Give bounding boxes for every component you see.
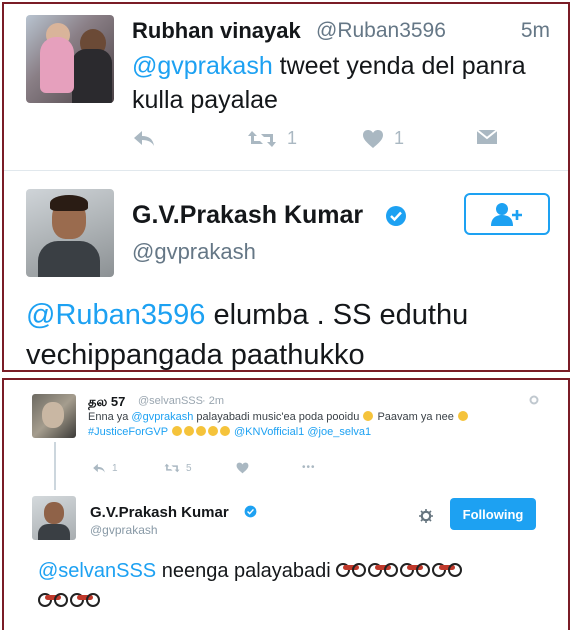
tweet-body: palayabadi music'ea poda pooidu [193, 411, 363, 423]
tweet-text: @gvprakash tweet yenda del panra kulla p… [132, 49, 552, 117]
add-user-icon [491, 203, 522, 226]
mention-link[interactable]: @KNVofficial1 [234, 426, 304, 438]
mention-link[interactable]: @selvanSSS [38, 560, 156, 582]
reply-tweet[interactable]: Rubhan vinayak @Ruban3596 5m @gvprakash … [4, 4, 568, 169]
emoji-icon [183, 426, 194, 436]
author-name[interactable]: G.V.Prakash Kumar [132, 201, 363, 230]
emoji-icon [207, 426, 218, 436]
author-handle[interactable]: @gvprakash [90, 523, 158, 537]
avatar[interactable] [32, 496, 76, 540]
retweet-button[interactable]: 5 [164, 462, 192, 474]
emoji-icon [219, 426, 230, 436]
follow-button[interactable] [464, 193, 550, 235]
motorcycle-emoji-icon [70, 593, 100, 607]
envelope-icon [476, 129, 498, 144]
motorcycle-emoji-icon [336, 563, 367, 577]
motorcycle-emoji-icon [368, 563, 399, 577]
more-button[interactable]: ••• [302, 462, 316, 473]
emoji-icon [171, 426, 182, 436]
tweet-body: neenga palayabadi [156, 560, 337, 582]
like-button[interactable] [236, 462, 249, 474]
retweet-icon [248, 130, 276, 147]
thread-line [54, 442, 56, 490]
heart-icon [236, 462, 249, 474]
reply-count: 1 [112, 462, 118, 474]
retweet-count: 5 [186, 462, 192, 474]
emoji-icon [195, 426, 206, 436]
avatar[interactable] [26, 189, 114, 277]
bottom-screenshot-panel: தல 57 @selvanSSS · 2m Enna ya @gvprakash… [2, 378, 570, 630]
mention-link[interactable]: @joe_selva1 [307, 426, 371, 438]
emoji-icon [457, 411, 468, 421]
author-handle[interactable]: @selvanSSS [138, 395, 203, 407]
heart-icon [363, 129, 383, 148]
mention-link[interactable]: @Ruban3596 [26, 299, 205, 331]
mention-link[interactable]: @gvprakash [131, 411, 193, 423]
avatar[interactable] [26, 15, 114, 103]
hashtag-link[interactable]: #JusticeForGVP [88, 426, 168, 438]
like-count: 1 [394, 128, 405, 148]
like-button[interactable]: 1 [362, 128, 404, 149]
motorcycle-emoji-icon [400, 563, 431, 577]
response-tweet[interactable]: G.V.Prakash Kumar @gvprakash @Ruban3596 … [4, 171, 568, 370]
retweet-count: 1 [287, 128, 298, 148]
tweet-actions: 1 5 ••• [92, 462, 352, 478]
gear-icon[interactable] [528, 394, 540, 406]
avatar[interactable] [32, 394, 76, 438]
reply-button[interactable]: 1 [92, 462, 118, 474]
verified-badge-icon [244, 505, 257, 518]
following-button[interactable]: Following [450, 498, 536, 530]
motorcycle-emoji-icon [38, 593, 68, 607]
mention-link[interactable]: @gvprakash [132, 52, 273, 80]
tweet-timestamp[interactable]: · 2m [202, 395, 224, 407]
tweet-actions: 1 1 [132, 128, 512, 154]
retweet-button[interactable]: 1 [247, 128, 297, 149]
author-name[interactable]: G.V.Prakash Kumar [90, 504, 229, 521]
retweet-icon [164, 463, 180, 473]
top-screenshot-panel: Rubhan vinayak @Ruban3596 5m @gvprakash … [2, 2, 570, 372]
tweet-body: Paavam ya nee [374, 411, 457, 423]
tweet-text: @selvanSSS neenga palayabadi [38, 556, 548, 616]
author-handle[interactable]: @gvprakash [132, 239, 256, 265]
tweet-timestamp[interactable]: 5m [521, 19, 550, 43]
reply-icon [93, 463, 105, 473]
motorcycle-emoji-icon [432, 563, 463, 577]
author-name[interactable]: Rubhan vinayak [132, 18, 301, 44]
reply-icon [134, 131, 154, 146]
verified-badge-icon [386, 206, 406, 226]
tweet-body: Enna ya [88, 411, 132, 423]
direct-message-button[interactable] [476, 128, 498, 146]
author-handle[interactable]: @Ruban3596 [316, 19, 446, 43]
reply-button[interactable] [132, 128, 156, 148]
emoji-icon [363, 411, 374, 421]
tweet-text: @Ruban3596 elumba . SS eduthu vechippang… [26, 295, 556, 370]
author-name[interactable]: தல 57 [88, 394, 125, 411]
gear-icon[interactable] [418, 508, 434, 524]
tweet-text: Enna ya @gvprakash palayabadi music'ea p… [88, 410, 538, 440]
